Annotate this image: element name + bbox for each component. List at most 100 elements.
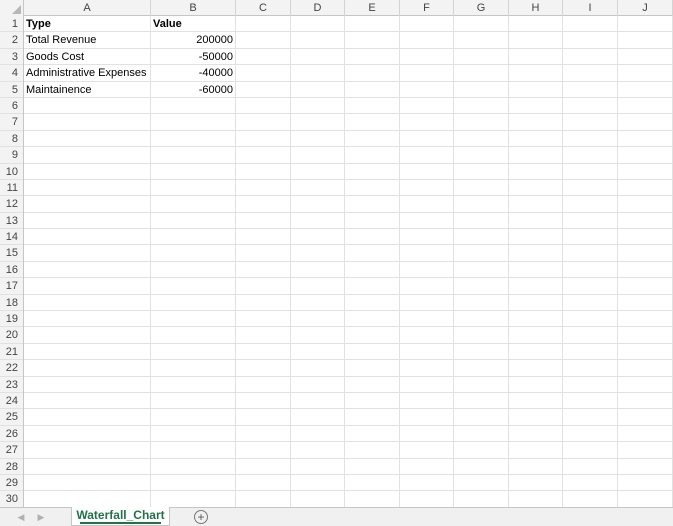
row-header-7[interactable]: 7 <box>0 114 23 131</box>
cell-g11[interactable] <box>454 179 509 196</box>
cell-f19[interactable] <box>400 311 454 328</box>
cell-c10[interactable] <box>236 163 291 180</box>
cell-a9[interactable] <box>24 147 151 164</box>
cell-j10[interactable] <box>618 163 673 180</box>
cell-c6[interactable] <box>236 97 291 114</box>
cell-j29[interactable] <box>618 474 673 491</box>
cell-f12[interactable] <box>400 196 454 213</box>
row-header-19[interactable]: 19 <box>0 311 23 328</box>
cell-b11[interactable] <box>151 179 236 196</box>
cell-j3[interactable] <box>618 48 673 65</box>
cell-i20[interactable] <box>563 327 618 344</box>
cell-c20[interactable] <box>236 327 291 344</box>
cell-j7[interactable] <box>618 114 673 131</box>
cell-j11[interactable] <box>618 179 673 196</box>
cell-g1[interactable] <box>454 16 509 32</box>
row-header-4[interactable]: 4 <box>0 65 23 82</box>
cell-a13[interactable] <box>24 212 151 229</box>
column-header-b[interactable]: B <box>151 0 236 16</box>
cell-c11[interactable] <box>236 179 291 196</box>
cell-b23[interactable] <box>151 376 236 393</box>
cell-e19[interactable] <box>345 311 400 328</box>
row-header-26[interactable]: 26 <box>0 426 23 443</box>
cell-d13[interactable] <box>291 212 345 229</box>
cell-e29[interactable] <box>345 474 400 491</box>
cell-a19[interactable] <box>24 311 151 328</box>
column-header-g[interactable]: G <box>454 0 509 16</box>
cell-e16[interactable] <box>345 261 400 278</box>
cell-h7[interactable] <box>509 114 563 131</box>
row-header-22[interactable]: 22 <box>0 360 23 377</box>
cell-b20[interactable] <box>151 327 236 344</box>
cell-h10[interactable] <box>509 163 563 180</box>
cell-g7[interactable] <box>454 114 509 131</box>
cell-j4[interactable] <box>618 65 673 82</box>
cell-f14[interactable] <box>400 229 454 246</box>
cell-h28[interactable] <box>509 458 563 475</box>
cell-j23[interactable] <box>618 376 673 393</box>
cell-a10[interactable] <box>24 163 151 180</box>
cell-e28[interactable] <box>345 458 400 475</box>
row-header-3[interactable]: 3 <box>0 49 23 66</box>
cell-d3[interactable] <box>291 48 345 65</box>
cell-i23[interactable] <box>563 376 618 393</box>
row-header-20[interactable]: 20 <box>0 327 23 344</box>
cell-d8[interactable] <box>291 130 345 147</box>
cell-f15[interactable] <box>400 245 454 262</box>
cell-f29[interactable] <box>400 474 454 491</box>
cell-d22[interactable] <box>291 360 345 377</box>
cell-h13[interactable] <box>509 212 563 229</box>
cell-g14[interactable] <box>454 229 509 246</box>
cell-d26[interactable] <box>291 425 345 442</box>
row-header-23[interactable]: 23 <box>0 377 23 393</box>
cell-i24[interactable] <box>563 392 618 409</box>
cell-b24[interactable] <box>151 392 236 409</box>
cell-d1[interactable] <box>291 16 345 32</box>
cell-f9[interactable] <box>400 147 454 164</box>
cell-g27[interactable] <box>454 442 509 459</box>
cell-i30[interactable] <box>563 491 618 507</box>
cell-f30[interactable] <box>400 491 454 507</box>
cell-c23[interactable] <box>236 376 291 393</box>
cell-e20[interactable] <box>345 327 400 344</box>
next-sheet-icon[interactable]: ▶ <box>36 512 46 522</box>
cell-e26[interactable] <box>345 425 400 442</box>
cell-d30[interactable] <box>291 491 345 507</box>
cell-i14[interactable] <box>563 229 618 246</box>
cell-f13[interactable] <box>400 212 454 229</box>
cell-g13[interactable] <box>454 212 509 229</box>
cell-a27[interactable] <box>24 442 151 459</box>
cell-a30[interactable] <box>24 491 151 507</box>
cell-f3[interactable] <box>400 48 454 65</box>
cell-c28[interactable] <box>236 458 291 475</box>
cell-a6[interactable] <box>24 97 151 114</box>
row-header-24[interactable]: 24 <box>0 393 23 410</box>
cell-b5[interactable]: -60000 <box>151 81 236 98</box>
cell-j28[interactable] <box>618 458 673 475</box>
cell-b4[interactable]: -40000 <box>151 65 236 82</box>
cell-b12[interactable] <box>151 196 236 213</box>
cell-e12[interactable] <box>345 196 400 213</box>
cell-i7[interactable] <box>563 114 618 131</box>
cell-a25[interactable] <box>24 409 151 426</box>
cell-e22[interactable] <box>345 360 400 377</box>
cell-i1[interactable] <box>563 16 618 32</box>
cell-d12[interactable] <box>291 196 345 213</box>
cell-g16[interactable] <box>454 261 509 278</box>
row-header-27[interactable]: 27 <box>0 442 23 459</box>
cell-h6[interactable] <box>509 97 563 114</box>
cell-i10[interactable] <box>563 163 618 180</box>
cell-f20[interactable] <box>400 327 454 344</box>
cell-g28[interactable] <box>454 458 509 475</box>
cell-h19[interactable] <box>509 311 563 328</box>
cell-g3[interactable] <box>454 48 509 65</box>
cell-j24[interactable] <box>618 392 673 409</box>
cell-f7[interactable] <box>400 114 454 131</box>
cell-c4[interactable] <box>236 65 291 82</box>
cell-d15[interactable] <box>291 245 345 262</box>
cell-j25[interactable] <box>618 409 673 426</box>
cell-f16[interactable] <box>400 261 454 278</box>
row-header-17[interactable]: 17 <box>0 278 23 295</box>
row-header-15[interactable]: 15 <box>0 245 23 262</box>
cell-a2[interactable]: Total Revenue <box>24 32 151 49</box>
